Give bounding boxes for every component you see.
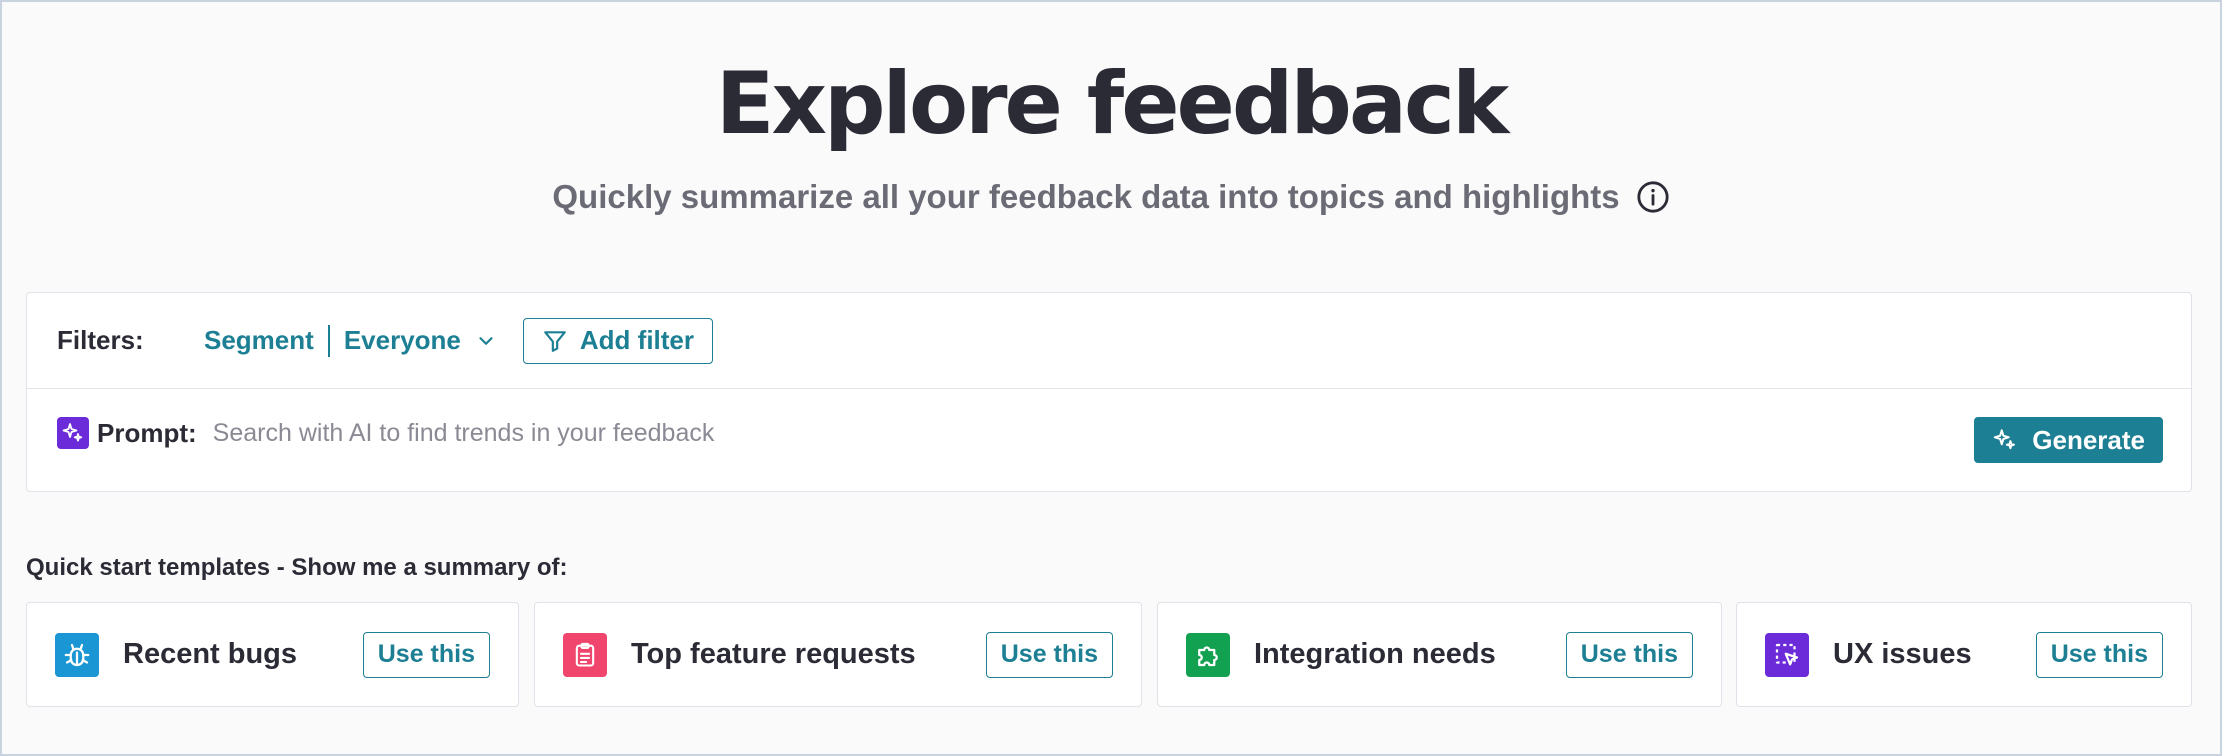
template-label: UX issues	[1833, 638, 1972, 670]
use-this-button[interactable]: Use this	[362, 631, 490, 678]
use-this-button[interactable]: Use this	[1565, 631, 1693, 678]
segment-divider	[327, 324, 330, 357]
cursor-select-icon	[1765, 632, 1809, 677]
template-label: Recent bugs	[123, 638, 298, 670]
use-this-button[interactable]: Use this	[2035, 631, 2163, 678]
subtitle-row: Quickly summarize all your feedback data…	[2, 178, 2220, 216]
use-this-button[interactable]: Use this	[985, 631, 1113, 678]
template-label: Top feature requests	[631, 638, 916, 670]
page-subtitle: Quickly summarize all your feedback data…	[552, 178, 1620, 215]
filter-icon	[544, 330, 566, 352]
prompt-row: Prompt: Generate	[27, 389, 2191, 491]
search-panel: Filters: Segment Everyone Add filter Pro…	[26, 292, 2192, 492]
info-circle-icon[interactable]	[1636, 180, 1670, 214]
templates-heading: Quick start templates - Show me a summar…	[26, 554, 568, 581]
prompt-input[interactable]	[212, 418, 1975, 448]
page-title: Explore feedback	[715, 54, 1509, 154]
template-card-recent-bugs[interactable]: Recent bugs Use this	[26, 602, 519, 707]
template-card-integration-needs[interactable]: Integration needs Use this	[1157, 602, 1722, 707]
segment-value: Everyone	[343, 325, 461, 355]
template-label: Integration needs	[1254, 638, 1496, 670]
chevron-down-icon	[479, 336, 493, 345]
sparkles-icon	[57, 417, 89, 449]
prompt-label: Prompt:	[97, 417, 197, 448]
add-filter-label: Add filter	[579, 325, 694, 355]
add-filter-button[interactable]: Add filter	[522, 317, 713, 364]
filters-row: Filters: Segment Everyone Add filter	[27, 293, 2191, 389]
clipboard-icon	[563, 632, 607, 677]
page-header: Explore feedback Quickly summarize all y…	[2, 54, 2220, 216]
sparkles-icon	[1993, 429, 2016, 450]
generate-label: Generate	[2032, 424, 2145, 455]
bug-icon	[55, 632, 99, 677]
segment-label: Segment	[204, 325, 314, 355]
template-card-ux-issues[interactable]: UX issues Use this	[1736, 602, 2192, 707]
segment-dropdown[interactable]: Segment Everyone	[204, 324, 497, 357]
generate-button[interactable]: Generate	[1974, 417, 2163, 463]
puzzle-icon	[1186, 632, 1230, 677]
filters-label: Filters:	[57, 325, 144, 355]
template-card-feature-requests[interactable]: Top feature requests Use this	[534, 602, 1142, 707]
